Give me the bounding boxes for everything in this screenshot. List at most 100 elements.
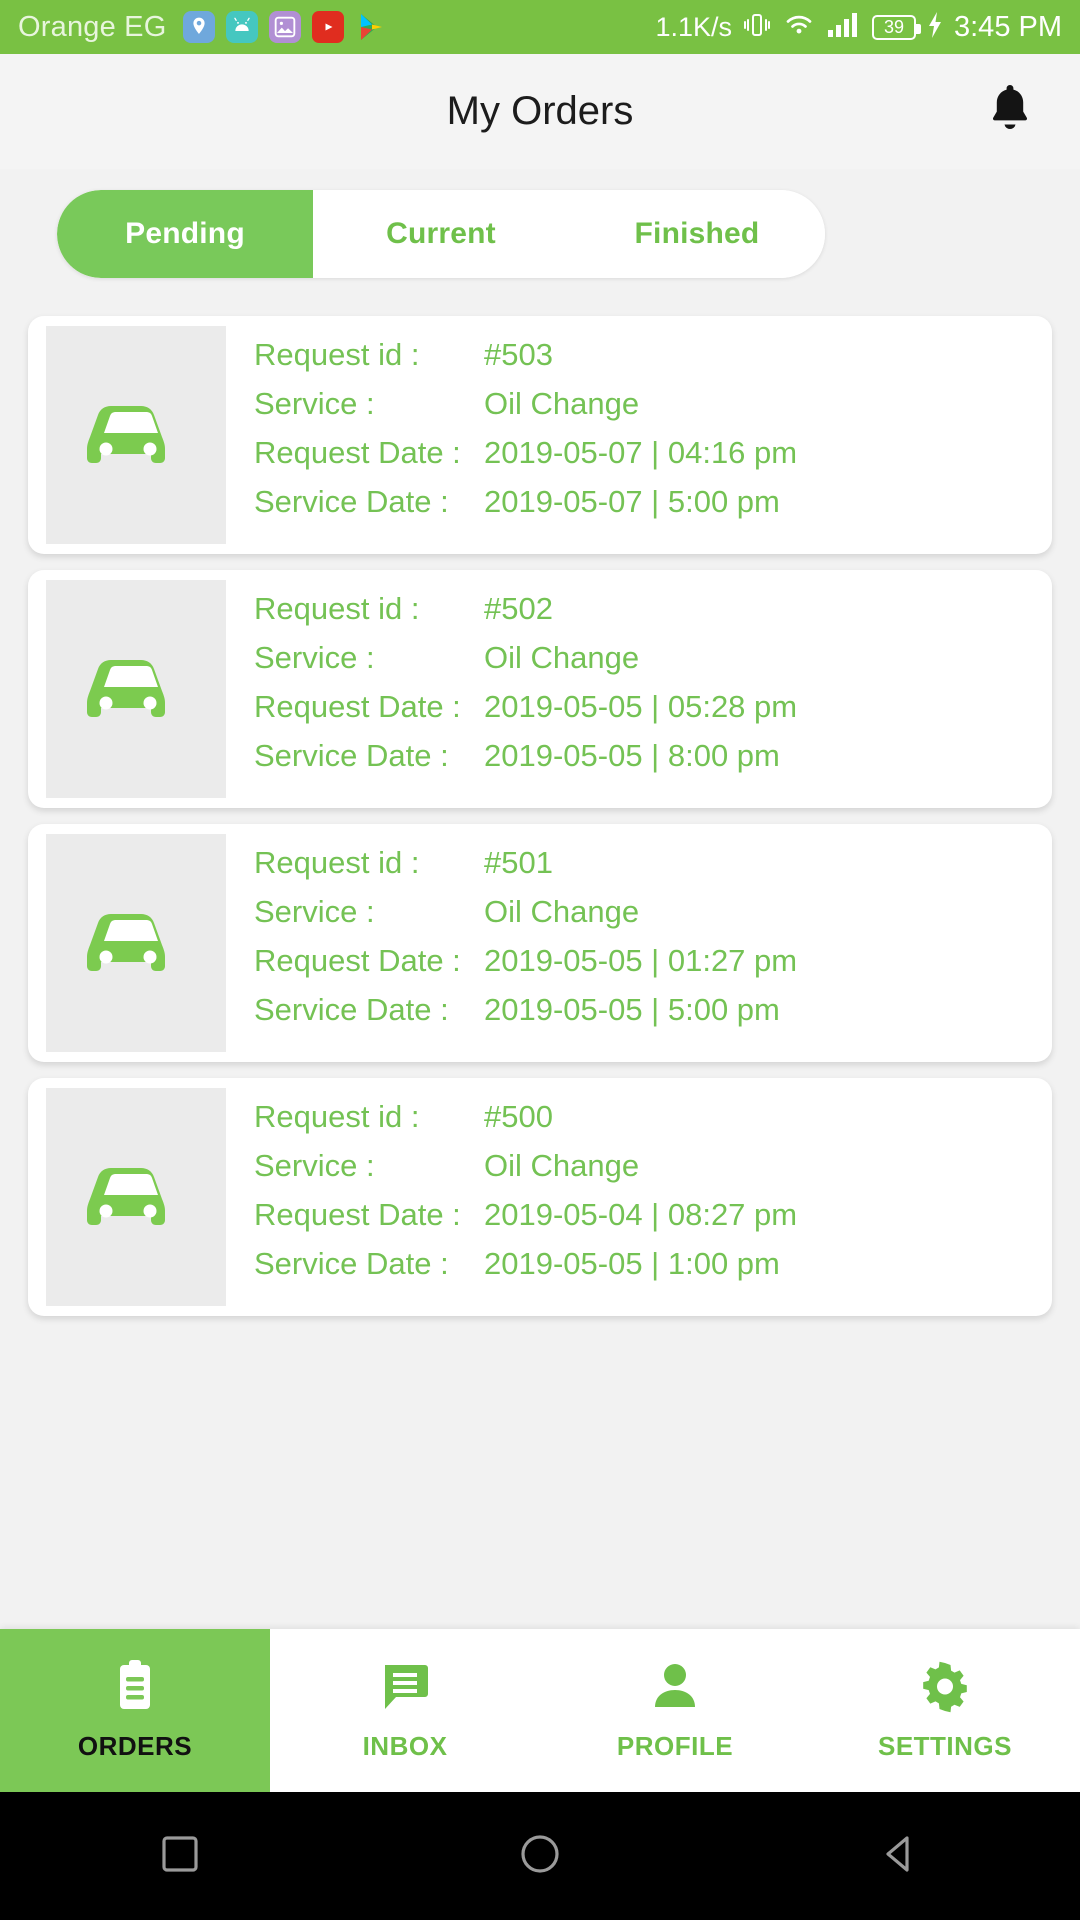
value-service: Oil Change [484,1148,640,1183]
nav-item-settings[interactable]: SETTINGS [810,1629,1080,1792]
clipboard-icon [111,1659,159,1715]
nav-item-inbox[interactable]: INBOX [270,1629,540,1792]
bell-icon [985,81,1035,142]
value-service: Oil Change [484,386,640,421]
order-thumbnail [46,580,226,798]
nav-item-orders[interactable]: ORDERS [0,1629,270,1792]
label-request-id: Request id : [254,591,420,626]
nav-label-profile: PROFILE [616,1731,734,1761]
chat-icon [379,1659,431,1715]
value-service-date: 2019-05-07 | 5:00 pm [484,484,780,519]
order-thumbnail [46,1088,226,1306]
car-icon [80,899,192,988]
bottom-navigation[interactable]: ORDERS INBOX PROFILE SETTINGS [0,1629,1080,1792]
tab-current[interactable]: Current [313,190,569,278]
value-request-date: 2019-05-07 | 04:16 pm [484,435,798,470]
signal-icon [827,11,861,43]
charging-bolt-icon [927,11,943,44]
page-title: My Orders [446,89,634,133]
clock-label: 3:45 PM [954,10,1062,43]
android-system-nav[interactable] [0,1792,1080,1920]
label-service: Service : [254,640,375,675]
nav-label-inbox: INBOX [362,1731,448,1761]
value-request-id: #503 [484,337,553,372]
battery-icon: 39 [872,14,921,40]
tab-pending[interactable]: Pending [57,190,313,278]
label-request-id: Request id : [254,337,420,372]
value-request-date: 2019-05-05 | 05:28 pm [484,689,798,724]
carrier-label: Orange EG [18,10,167,43]
status-bar: Orange EG 1.1K/s 39 3:45 PM [0,0,1080,54]
home-button[interactable] [465,1792,615,1920]
car-icon [80,1153,192,1242]
home-circle-icon [517,1831,563,1882]
label-service-date: Service Date : [254,484,449,519]
battery-level-label: 39 [883,17,905,37]
label-service-date: Service Date : [254,738,449,773]
order-status-tabs[interactable]: Pending Current Finished [57,190,825,278]
status-right-cluster: 1.1K/s 39 3:45 PM [655,10,1062,45]
order-fields: Request id : #500 Service : Oil Change R… [226,1099,1052,1295]
order-field-request-date: Request Date : 2019-05-04 | 08:27 pm [254,1197,1034,1246]
order-field-request-id: Request id : #503 [254,337,1034,386]
car-icon [80,645,192,734]
value-service-date: 2019-05-05 | 1:00 pm [484,1246,780,1281]
recents-square-icon [159,1833,201,1880]
order-fields: Request id : #503 Service : Oil Change R… [226,337,1052,533]
order-fields: Request id : #501 Service : Oil Change R… [226,845,1052,1041]
order-field-request-id: Request id : #502 [254,591,1034,640]
back-triangle-icon [879,1833,921,1880]
label-request-id: Request id : [254,1099,420,1134]
nav-item-profile[interactable]: PROFILE [540,1629,810,1792]
wifi-icon [782,11,816,43]
app-screen: Orange EG 1.1K/s 39 3:45 PM My Orders Pe… [0,0,1080,1920]
car-icon [80,391,192,480]
android-icon [225,11,258,43]
nav-label-orders: ORDERS [77,1731,193,1761]
youtube-icon [311,11,344,43]
order-field-request-id: Request id : #501 [254,845,1034,894]
label-request-date: Request Date : [254,943,461,978]
order-list[interactable]: Request id : #503 Service : Oil Change R… [0,300,1080,1635]
notifications-button[interactable] [982,84,1038,140]
label-service-date: Service Date : [254,1246,449,1281]
order-card[interactable]: Request id : #503 Service : Oil Change R… [28,316,1052,554]
label-service: Service : [254,386,375,421]
order-field-service-date: Service Date : 2019-05-07 | 5:00 pm [254,484,1034,533]
value-service: Oil Change [484,640,640,675]
tab-finished[interactable]: Finished [569,190,825,278]
order-field-request-date: Request Date : 2019-05-05 | 05:28 pm [254,689,1034,738]
order-card[interactable]: Request id : #500 Service : Oil Change R… [28,1078,1052,1316]
order-field-request-date: Request Date : 2019-05-05 | 01:27 pm [254,943,1034,992]
order-field-service-date: Service Date : 2019-05-05 | 1:00 pm [254,1246,1034,1295]
person-icon [650,1659,700,1715]
value-request-date: 2019-05-04 | 08:27 pm [484,1197,798,1232]
value-service-date: 2019-05-05 | 5:00 pm [484,992,780,1027]
label-request-date: Request Date : [254,435,461,470]
recents-button[interactable] [105,1792,255,1920]
label-request-date: Request Date : [254,1197,461,1232]
label-request-id: Request id : [254,845,420,880]
app-header: My Orders [0,54,1080,169]
value-service: Oil Change [484,894,640,929]
label-service: Service : [254,1148,375,1183]
order-field-service: Service : Oil Change [254,894,1034,943]
order-fields: Request id : #502 Service : Oil Change R… [226,591,1052,787]
maps-icon [182,11,215,43]
order-field-service: Service : Oil Change [254,386,1034,435]
vibrate-icon [743,10,771,45]
order-thumbnail [46,326,226,544]
label-request-date: Request Date : [254,689,461,724]
nav-label-settings: SETTINGS [877,1731,1012,1761]
network-speed-label: 1.1K/s [655,11,732,42]
label-service-date: Service Date : [254,992,449,1027]
back-button[interactable] [825,1792,975,1920]
value-request-id: #502 [484,591,553,626]
value-service-date: 2019-05-05 | 8:00 pm [484,738,780,773]
photos-icon [268,11,301,43]
order-card[interactable]: Request id : #501 Service : Oil Change R… [28,824,1052,1062]
order-thumbnail [46,834,226,1052]
order-field-service-date: Service Date : 2019-05-05 | 5:00 pm [254,992,1034,1041]
order-card[interactable]: Request id : #502 Service : Oil Change R… [28,570,1052,808]
order-field-service: Service : Oil Change [254,640,1034,689]
